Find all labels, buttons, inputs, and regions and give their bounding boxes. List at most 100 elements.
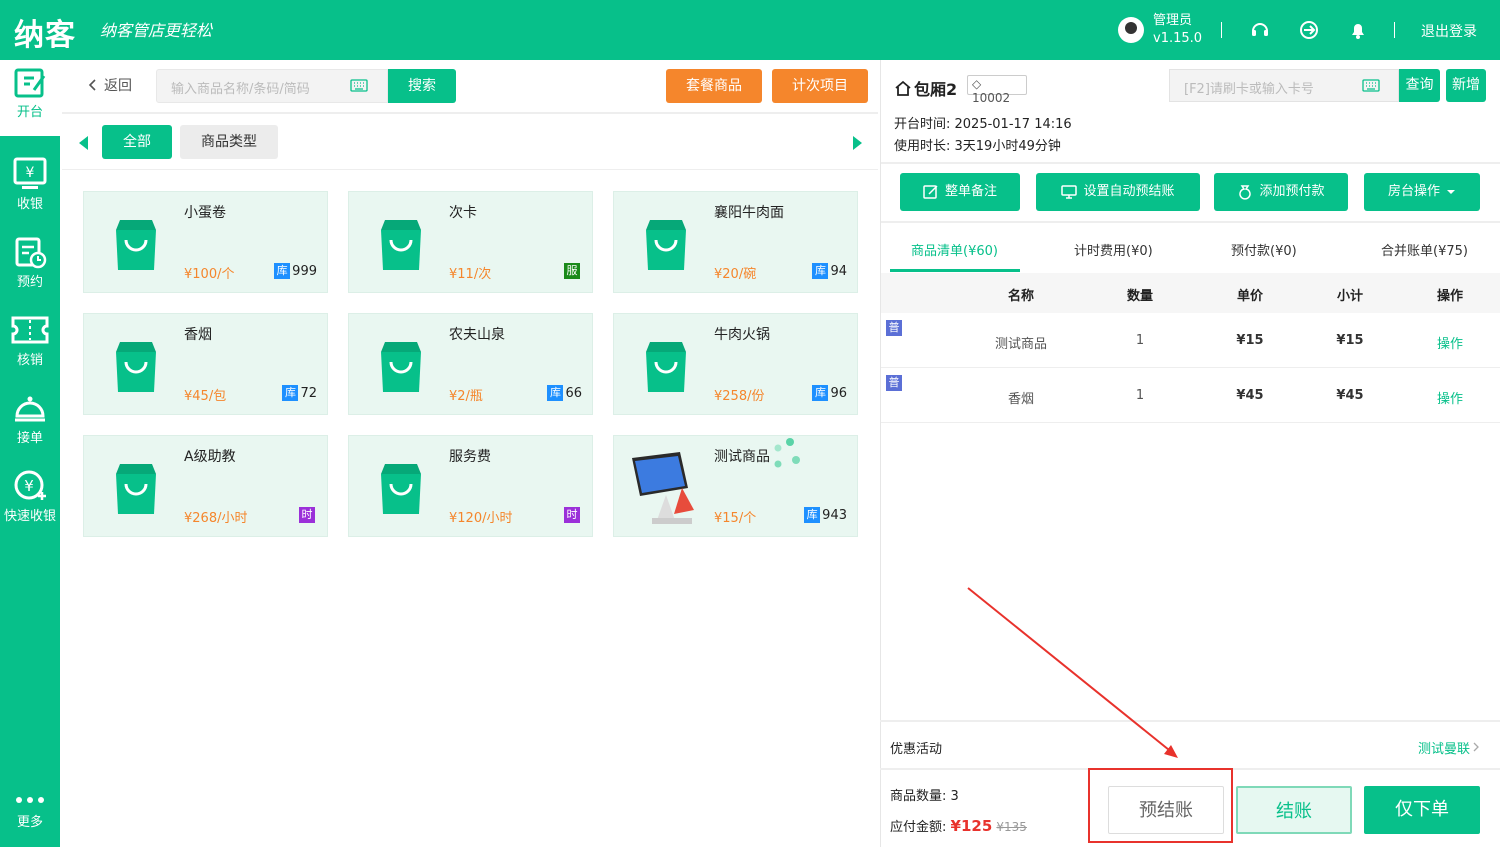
product-name: 牛肉火锅: [714, 327, 770, 343]
settle-button[interactable]: 结账: [1236, 786, 1352, 834]
version: v1.15.0: [1153, 31, 1203, 46]
stock-info: 库 72: [282, 385, 317, 401]
back-button[interactable]: 返回: [86, 75, 132, 95]
sidebar-item-label: 预约: [16, 275, 43, 290]
stock-tag: 库: [804, 507, 821, 523]
category-all[interactable]: 全部: [102, 125, 172, 159]
tab-products[interactable]: 商品清单(¥60): [911, 240, 998, 259]
tab-prepayments[interactable]: 预付款(¥0): [1231, 240, 1297, 259]
sidebar-item-label: 快速收银: [3, 509, 56, 524]
sidebar-item-booking[interactable]: 预约: [0, 230, 60, 306]
shopping-bag-icon: [373, 338, 429, 398]
logo: 纳客: [14, 18, 76, 53]
add-member-button[interactable]: 新增: [1446, 69, 1486, 102]
tab-merged-bill[interactable]: 合并账单(¥75): [1381, 240, 1468, 259]
home-icon: [895, 80, 911, 96]
product-name: 襄阳牛肉面: [714, 205, 784, 221]
stock-info: 服: [564, 263, 582, 279]
order-remark-button[interactable]: 整单备注: [900, 173, 1020, 211]
keyboard-icon[interactable]: [350, 79, 368, 92]
product-price: ¥45/包: [184, 389, 227, 404]
bell-icon[interactable]: [1347, 19, 1369, 41]
product-price: ¥11/次: [449, 267, 492, 282]
sidebar-item-label: 更多: [16, 815, 43, 830]
product-card[interactable]: 香烟 ¥45/包 库 72: [83, 313, 328, 415]
product-card[interactable]: 服务费 ¥120/小时 时: [348, 435, 593, 537]
add-prepay-button[interactable]: 添加预付款: [1214, 173, 1348, 211]
query-button[interactable]: 查询: [1399, 69, 1440, 102]
stock-count: 999: [292, 263, 317, 279]
promotion-value[interactable]: 测试曼联: [1418, 738, 1470, 757]
shopping-bag-icon: [638, 338, 694, 398]
headset-icon[interactable]: [1249, 19, 1271, 41]
order-only-button[interactable]: 仅下单: [1364, 786, 1480, 834]
shopping-bag-icon: [638, 216, 694, 276]
scroll-right-arrow[interactable]: [853, 136, 862, 150]
divider: [62, 112, 878, 114]
back-label: 返回: [104, 78, 132, 94]
original-amount: ¥135: [996, 820, 1027, 834]
divider: [1221, 22, 1222, 38]
shopping-bag-icon: [373, 460, 429, 520]
sidebar-item-label: 接单: [16, 431, 43, 446]
stock-tag: 时: [299, 507, 315, 523]
more-icon: [16, 797, 44, 803]
table-row[interactable]: 普测试商品 1 ¥15 ¥15 操作: [881, 313, 1500, 368]
product-price: ¥258/份: [714, 389, 765, 404]
amount-due: 应付金额: ¥125 ¥135: [890, 817, 1027, 835]
product-card[interactable]: A级助教 ¥268/小时 时: [83, 435, 328, 537]
button-label: 设置自动预结账: [1083, 184, 1175, 199]
room-name: 包厢2: [914, 80, 958, 99]
product-card[interactable]: 测试商品 ¥15/个 库 943: [613, 435, 858, 537]
edit-note-icon: [923, 185, 938, 199]
shopping-bag-icon: [108, 460, 164, 520]
product-price: ¥268/小时: [184, 511, 248, 526]
highlight-box: [1088, 768, 1233, 843]
sidebar-item-verify[interactable]: 核销: [0, 308, 60, 384]
stock-info: 库 999: [274, 263, 317, 279]
user-menu[interactable]: 管理员 v1.15.0: [1118, 12, 1202, 48]
avatar: [1118, 17, 1144, 43]
slogan: 纳客管店更轻松: [100, 21, 213, 40]
product-card[interactable]: 小蛋卷 ¥100/个 库 999: [83, 191, 328, 293]
tab-timing-fees[interactable]: 计时费用(¥0): [1074, 240, 1153, 259]
column-header: 小计: [1336, 289, 1364, 304]
product-name: 测试商品: [714, 449, 770, 465]
ticket-icon: [11, 316, 49, 344]
sidebar-item-cashier[interactable]: ¥ 收银: [0, 152, 60, 228]
sync-icon[interactable]: [1298, 19, 1320, 41]
product-card[interactable]: 襄阳牛肉面 ¥20/碗 库 94: [613, 191, 858, 293]
sidebar-item-quick-cash[interactable]: ¥ 快速收银: [0, 464, 60, 540]
search-button[interactable]: 搜索: [388, 69, 456, 103]
category-type[interactable]: 商品类型: [180, 125, 278, 159]
product-name: 小蛋卷: [184, 205, 226, 221]
loading-dots-icon: [764, 436, 804, 480]
divider: [881, 221, 1500, 223]
sidebar: 开台 ¥ 收银 预约 核销 接单 ¥ 快速收银 更多: [0, 60, 60, 847]
combo-products-button[interactable]: 套餐商品: [666, 69, 762, 103]
promotion-label: 优惠活动: [890, 742, 943, 757]
stock-info: 库 96: [812, 385, 847, 401]
table-row[interactable]: 普香烟 1 ¥45 ¥45 操作: [881, 368, 1500, 423]
auto-settle-button[interactable]: 设置自动预结账: [1036, 173, 1200, 211]
logout-link[interactable]: 退出登录: [1421, 21, 1477, 41]
keyboard-icon[interactable]: [1362, 79, 1380, 92]
room-operations-dropdown[interactable]: 房台操作: [1364, 173, 1480, 211]
item-name: 香烟: [1007, 392, 1035, 407]
column-header: 操作: [1436, 289, 1464, 304]
top-bar: 纳客 纳客管店更轻松 管理员 v1.15.0 退出登录: [0, 0, 1500, 60]
product-card[interactable]: 次卡 ¥11/次 服: [348, 191, 593, 293]
sidebar-item-orders[interactable]: 接单: [0, 386, 60, 462]
svg-text:¥: ¥: [26, 165, 35, 181]
count-items-button[interactable]: 计次项目: [772, 69, 868, 103]
stock-count: 66: [565, 385, 582, 401]
item-count: 商品数量: 3: [890, 789, 959, 804]
product-card[interactable]: 牛肉火锅 ¥258/份 库 96: [613, 313, 858, 415]
product-price: ¥100/个: [184, 267, 235, 282]
operate-link[interactable]: 操作: [1437, 333, 1463, 352]
operate-link[interactable]: 操作: [1437, 388, 1463, 407]
sidebar-item-open-table[interactable]: 开台: [0, 60, 60, 136]
scroll-left-arrow[interactable]: [79, 136, 88, 150]
sidebar-item-more[interactable]: 更多: [0, 786, 60, 862]
product-card[interactable]: 农夫山泉 ¥2/瓶 库 66: [348, 313, 593, 415]
